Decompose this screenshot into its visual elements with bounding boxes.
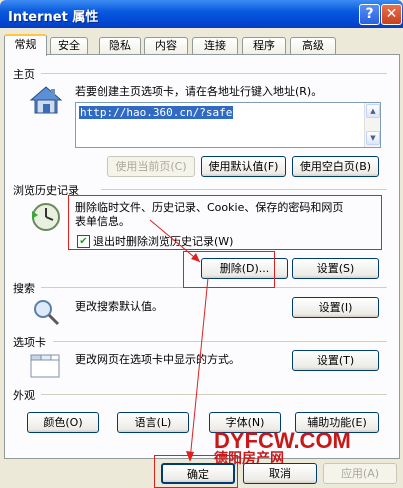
- annotation-arrows: [149, 219, 209, 462]
- cancel-button[interactable]: 取消: [243, 463, 317, 484]
- ok-button[interactable]: 确定: [161, 463, 235, 484]
- dialog-footer: 确定 取消 应用(A): [0, 459, 403, 488]
- arrowhead-delete: [191, 253, 200, 262]
- apply-button[interactable]: 应用(A): [323, 463, 397, 484]
- arrow-to-delete: [149, 219, 201, 263]
- tab-general[interactable]: 常规: [4, 34, 47, 56]
- arrow-to-ok: [189, 277, 209, 461]
